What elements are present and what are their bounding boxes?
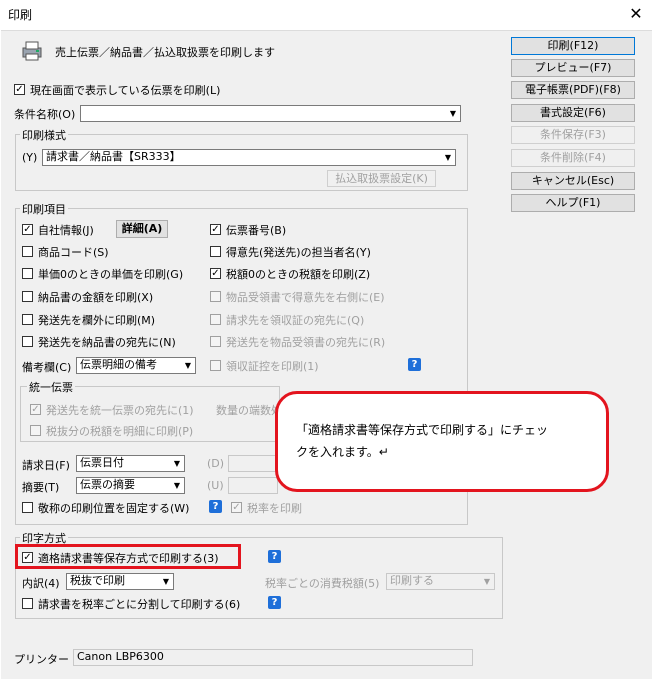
remarks-label: 備考欄(C) — [22, 361, 72, 374]
billing-date-value: 伝票日付 — [80, 456, 124, 469]
delivery-amount-checkbox[interactable] — [22, 291, 33, 302]
bill-to-receipt-checkbox[interactable] — [210, 314, 221, 325]
billing-date-label: 請求日(F) — [22, 459, 70, 472]
ship-to-goods-receipt-label: 発送先を物品受領書の宛先に(R) — [226, 336, 386, 349]
help-icon[interactable]: ? — [268, 550, 281, 563]
ship-to-unified-checkbox[interactable]: ✓ — [30, 404, 41, 415]
split-invoice-label: 請求書を税率ごとに分割して印刷する(6) — [38, 598, 241, 611]
tax-excluded-label: 税抜分の税額を明細に印刷(P) — [46, 425, 194, 438]
print-style-value: 請求書／納品書【SR333】 — [46, 150, 181, 163]
title-bar — [0, 0, 653, 30]
ship-to-margin-checkbox[interactable] — [22, 314, 33, 325]
tax-zero-checkbox[interactable]: ✓ — [210, 268, 221, 279]
chevron-down-icon: ▼ — [184, 361, 192, 370]
breakdown-value: 税抜で印刷 — [70, 574, 125, 587]
customer-contact-label: 得意先(発送先)の担当者名(Y) — [226, 246, 371, 259]
tax-rate-print-checkbox[interactable]: ✓ — [231, 502, 242, 513]
help-button[interactable]: ヘルプ(F1) — [511, 194, 635, 212]
consumption-tax-label: 税率ごとの消費税額(5) — [265, 577, 380, 590]
detail-button[interactable]: 詳細(A) — [116, 220, 168, 238]
breakdown-combo[interactable]: 税抜で印刷 ▼ — [66, 573, 174, 590]
tax-excluded-checkbox[interactable] — [30, 425, 41, 436]
billing-date-d-field[interactable] — [228, 455, 278, 472]
company-info-checkbox[interactable]: ✓ — [22, 224, 33, 235]
ship-to-delivery-label: 発送先を納品書の宛先に(N) — [38, 336, 176, 349]
help-icon[interactable]: ? — [408, 358, 421, 371]
summary-label: 摘要(T) — [22, 481, 60, 494]
receipt-right-label: 物品受領書で得意先を右側に(E) — [226, 291, 385, 304]
condition-name-label: 条件名称(O) — [14, 108, 76, 121]
print-items-legend: 印刷項目 — [20, 201, 68, 217]
bill-to-receipt-label: 請求先を領収証の宛先に(Q) — [226, 314, 365, 327]
slip-number-label: 伝票番号(B) — [226, 224, 287, 237]
chevron-down-icon: ▼ — [449, 109, 457, 118]
help-icon[interactable]: ? — [268, 596, 281, 609]
highlight-box — [15, 544, 241, 569]
unified-slip-legend: 統一伝票 — [27, 379, 75, 395]
chevron-down-icon: ▼ — [444, 153, 452, 162]
split-invoice-checkbox[interactable] — [22, 598, 33, 609]
callout-line-2: クを入れます。↵ — [296, 445, 389, 459]
header-text: 売上伝票／納品書／払込取扱票を印刷します — [55, 46, 275, 59]
ship-to-unified-label: 発送先を統一伝票の宛先に(1) — [46, 404, 194, 417]
honorific-checkbox[interactable] — [22, 502, 33, 513]
window-title: 印刷 — [8, 8, 33, 22]
annotation-callout-text: 「適格請求書等保存方式で印刷する」にチェッ クを入れます。↵ — [296, 419, 596, 463]
remarks-value: 伝票明細の備考 — [80, 358, 157, 371]
payment-slip-settings-button[interactable]: 払込取扱票設定(K) — [327, 170, 436, 187]
chevron-down-icon: ▼ — [173, 459, 181, 468]
save-condition-button[interactable]: 条件保存(F3) — [511, 126, 635, 144]
delete-condition-button[interactable]: 条件削除(F4) — [511, 149, 635, 167]
delivery-amount-label: 納品書の金額を印刷(X) — [38, 291, 154, 304]
print-current-checkbox[interactable]: ✓ — [14, 84, 25, 95]
chevron-down-icon: ▼ — [173, 481, 181, 490]
honorific-label: 敬称の印刷位置を固定する(W) — [38, 502, 190, 515]
unit-price-zero-checkbox[interactable] — [22, 268, 33, 279]
print-style-combo[interactable]: 請求書／納品書【SR333】 ▼ — [42, 149, 456, 166]
ship-to-delivery-checkbox[interactable] — [22, 336, 33, 347]
customer-contact-checkbox[interactable] — [210, 246, 221, 257]
printer-label: プリンター — [14, 653, 69, 666]
printer-field: Canon LBP6300 — [73, 649, 473, 666]
summary-value: 伝票の摘要 — [80, 478, 135, 491]
company-info-label: 自社情報(J) — [38, 224, 94, 237]
preview-button[interactable]: プレビュー(F7) — [511, 59, 635, 77]
condition-name-combo[interactable]: ▼ — [80, 105, 461, 122]
receipt-stub-checkbox[interactable] — [210, 360, 221, 371]
help-icon[interactable]: ? — [209, 500, 222, 513]
form-settings-button[interactable]: 書式設定(F6) — [511, 104, 635, 122]
chevron-down-icon: ▼ — [483, 577, 491, 586]
breakdown-label: 内訳(4) — [22, 577, 60, 590]
print-style-legend: 印刷様式 — [20, 127, 68, 143]
pdf-button[interactable]: 電子帳票(PDF)(F8) — [511, 81, 635, 99]
slip-number-checkbox[interactable]: ✓ — [210, 224, 221, 235]
remarks-combo[interactable]: 伝票明細の備考 ▼ — [76, 357, 196, 374]
summary-u-field[interactable] — [228, 477, 278, 494]
product-code-label: 商品コード(S) — [38, 246, 109, 259]
summary-u-label: (U) — [207, 479, 224, 492]
print-current-label: 現在画面で表示している伝票を印刷(L) — [30, 84, 221, 97]
billing-date-combo[interactable]: 伝票日付 ▼ — [76, 455, 185, 472]
callout-line-1: 「適格請求書等保存方式で印刷する」にチェッ — [296, 423, 549, 437]
close-icon[interactable]: ✕ — [624, 3, 648, 25]
receipt-stub-label: 領収証控を印刷(1) — [226, 360, 319, 373]
summary-combo[interactable]: 伝票の摘要 ▼ — [76, 477, 185, 494]
billing-date-d-label: (D) — [207, 457, 225, 470]
chevron-down-icon: ▼ — [162, 577, 170, 586]
printer-icon — [22, 41, 42, 61]
product-code-checkbox[interactable] — [22, 246, 33, 257]
unit-price-zero-label: 単価0のときの単価を印刷(G) — [38, 268, 184, 281]
print-style-prefix: (Y) — [22, 151, 38, 164]
print-button[interactable]: 印刷(F12) — [511, 37, 635, 55]
tax-zero-label: 税額0のときの税額を印刷(Z) — [226, 268, 371, 281]
tax-rate-print-label: 税率を印刷 — [247, 502, 302, 515]
consumption-tax-combo[interactable]: 印刷する ▼ — [386, 573, 495, 590]
consumption-tax-value: 印刷する — [390, 574, 434, 587]
ship-to-margin-label: 発送先を欄外に印刷(M) — [38, 314, 156, 327]
fraction-label: 数量の端数処 — [216, 404, 282, 417]
receipt-right-checkbox[interactable] — [210, 291, 221, 302]
cancel-button[interactable]: キャンセル(Esc) — [511, 172, 635, 190]
ship-to-goods-receipt-checkbox[interactable] — [210, 336, 221, 347]
